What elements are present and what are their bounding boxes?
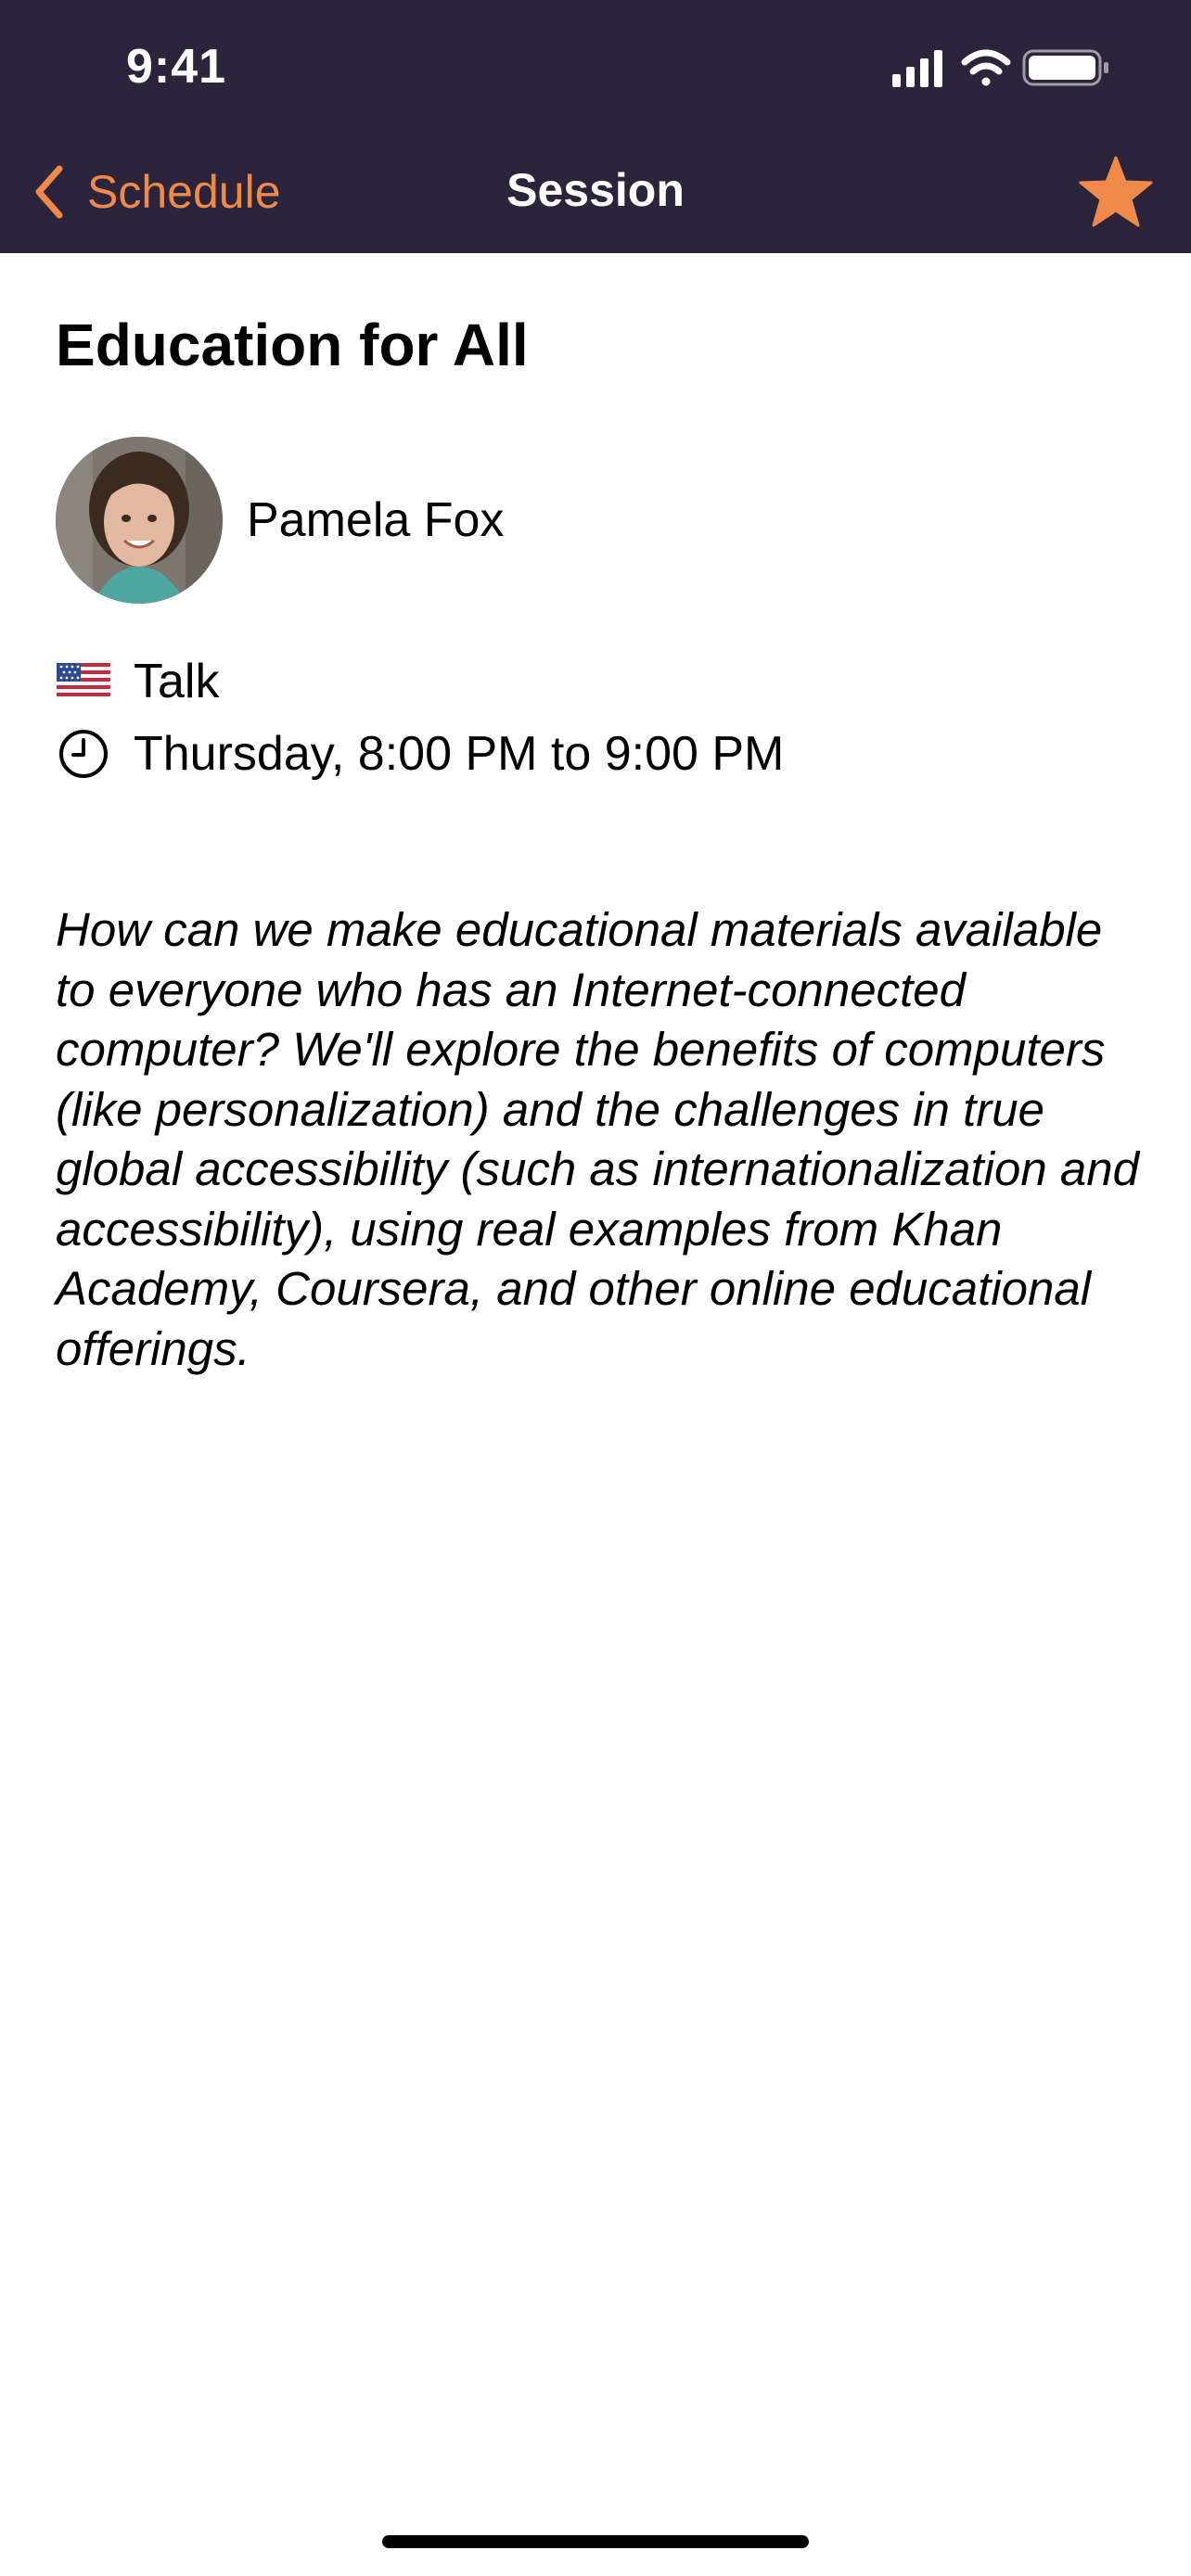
wifi-icon — [961, 49, 1011, 86]
session-time: Thursday, 8:00 PM to 9:00 PM — [56, 726, 784, 782]
avatar-image — [56, 437, 223, 604]
clock-icon — [56, 726, 111, 782]
status-icons — [892, 49, 1108, 87]
status-time: 9:41 — [126, 40, 227, 94]
us-flag-icon — [56, 654, 111, 709]
session-track-label: Talk — [134, 655, 220, 708]
session-track: Talk — [56, 654, 219, 709]
avatar — [56, 437, 223, 604]
cellular-signal-icon — [892, 50, 942, 87]
session-description: How can we make educational materials av… — [56, 903, 1139, 1375]
session-title: Education for All — [56, 312, 529, 378]
navigation-header: 9:41 Schedule Session — [0, 0, 1191, 253]
battery-icon — [1022, 49, 1108, 86]
speaker-row[interactable]: Pamela Fox — [56, 437, 504, 604]
speaker-name: Pamela Fox — [247, 493, 505, 547]
star-icon[interactable] — [1078, 156, 1154, 228]
home-indicator[interactable] — [382, 2535, 809, 2548]
page-title: Session — [506, 164, 685, 216]
session-time-label: Thursday, 8:00 PM to 9:00 PM — [134, 727, 785, 781]
